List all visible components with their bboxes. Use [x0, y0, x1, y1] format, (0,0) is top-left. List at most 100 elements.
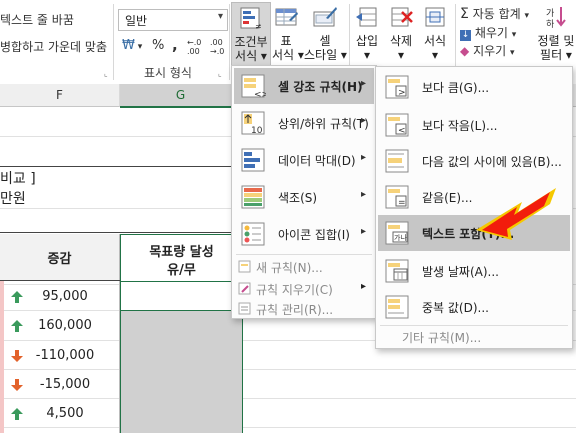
change-value-cell[interactable]: -110,000 — [10, 348, 120, 363]
currency-format-button[interactable]: ₩ ▾ — [122, 38, 142, 53]
chevron-down-icon: ▾ — [510, 48, 515, 58]
menu-label: 셀 강조 규칙(H) — [278, 80, 363, 94]
format-as-table-button[interactable]: 표 서식 ▾ — [272, 2, 304, 64]
submenu-item-greater-than[interactable]: > 보다 큼(G)... — [378, 69, 570, 105]
top-bottom-icon: 10 — [241, 111, 265, 136]
chevron-down-icon: ▾ — [217, 11, 223, 22]
active-cell[interactable] — [120, 281, 243, 311]
pointer-arrow-icon — [476, 188, 556, 240]
table-border — [0, 232, 242, 233]
chevron-down-icon: ▾ — [524, 11, 530, 21]
insert-line1: 삽입 — [355, 34, 379, 48]
column-header-g[interactable]: G — [120, 84, 242, 108]
greater-than-icon: > — [385, 75, 409, 99]
menu-item-highlight-rules[interactable]: <> 셀 강조 규칙(H) ▸ — [234, 68, 374, 104]
conditional-format-icon: ≠ — [240, 7, 262, 31]
submenu-item-duplicate-values[interactable]: 중복 값(D)... — [378, 289, 570, 325]
delete-cells-icon — [391, 7, 413, 27]
menu-item-color-scales[interactable]: 색조(S) ▸ — [234, 179, 374, 215]
format-cells-icon — [425, 7, 445, 27]
table-format-icon — [275, 8, 298, 26]
percent-button[interactable]: % — [152, 38, 164, 53]
submenu-label: 발생 날짜(A)... — [422, 265, 499, 279]
menu-label: 규칙 관리(R)... — [256, 303, 334, 317]
selected-range[interactable] — [120, 310, 243, 433]
cond-format-line1: 조건부 — [234, 35, 268, 49]
change-value-cell[interactable]: 95,000 — [10, 289, 120, 304]
format-cells-button[interactable]: 서식 ▾ — [420, 2, 450, 64]
chevron-right-icon: ▸ — [360, 78, 366, 89]
header-target-line2: 유/무 — [167, 263, 196, 278]
merge-center-button[interactable]: 병합하고 가운데 맞춤 — [0, 38, 107, 55]
menu-item-manage-rules[interactable]: 규칙 관리(R)... — [234, 298, 374, 320]
number-group-label: 표시 형식 — [144, 66, 192, 80]
menu-item-top-bottom[interactable]: 10 상위/하위 규칙(T) ▸ — [234, 105, 374, 141]
change-value-cell[interactable]: 160,000 — [10, 318, 120, 333]
color-scales-icon — [241, 185, 265, 209]
submenu-item-less-than[interactable]: < 보다 작음(L)... — [378, 107, 570, 143]
alignment-launcher-icon[interactable]: ⌞ — [104, 69, 108, 78]
header-cell-change[interactable]: 증감 — [0, 234, 119, 280]
submenu-item-more-rules[interactable]: 기타 규칙(M)... — [402, 329, 481, 346]
sheet-title[interactable]: 비교 ] — [0, 168, 36, 188]
delete-button[interactable]: 삭제 ▾ — [386, 2, 416, 64]
clear-button[interactable]: ◆ 지우기 ▾ — [460, 42, 515, 59]
submenu-item-between[interactable]: 다음 값의 사이에 있음(B)... — [378, 143, 570, 179]
increase-decimal-button[interactable]: ←.0 .00 — [187, 38, 207, 56]
menu-label: 색조(S) — [278, 191, 318, 205]
svg-text:≠: ≠ — [255, 22, 262, 31]
decrease-decimal-icon: .00 →.0 — [210, 38, 225, 56]
insert-line2: ▾ — [363, 48, 371, 62]
autosum-label: 자동 합계 — [472, 7, 521, 21]
change-value-cell[interactable]: 4,500 — [10, 406, 120, 421]
number-format-value: 일반 — [125, 14, 148, 28]
delete-line1: 삭제 — [389, 34, 413, 48]
number-format-select[interactable]: 일반 ▾ — [118, 9, 228, 31]
header-cell-target[interactable]: 목표량 달성 유/무 — [120, 234, 243, 282]
comma-button[interactable]: , — [172, 36, 178, 54]
unit-label[interactable]: 만원 — [0, 188, 26, 208]
chevron-right-icon: ▸ — [360, 281, 366, 292]
fill-down-icon: ↓ — [460, 30, 471, 41]
icon-sets-icon — [241, 222, 265, 246]
submenu-label: 중복 값(D)... — [422, 301, 489, 315]
autosum-button[interactable]: Σ 자동 합계 ▾ — [460, 5, 529, 22]
svg-text:>: > — [398, 88, 406, 98]
calendar-icon — [385, 259, 409, 283]
sort-filter-line2: 필터 ▾ — [540, 48, 572, 62]
cell-styles-button[interactable]: 셀 스타일 ▾ — [304, 2, 347, 64]
svg-text:10: 10 — [251, 126, 263, 136]
chevron-right-icon: ▸ — [360, 226, 366, 237]
menu-item-new-rule[interactable]: 새 규칙(N)... — [234, 256, 374, 278]
submenu-label: 보다 큼(G)... — [422, 81, 490, 95]
group-divider — [229, 4, 230, 80]
submenu-label: 다음 값의 사이에 있음(B)... — [422, 155, 562, 169]
format-line1: 서식 — [423, 34, 447, 48]
sort-filter-button[interactable]: 가 하 정렬 및 필터 ▾ — [536, 2, 576, 64]
insert-button[interactable]: 삽입 ▾ — [352, 2, 382, 64]
row-stripe — [0, 281, 4, 433]
menu-item-data-bars[interactable]: 데이터 막대(D) ▸ — [234, 142, 374, 178]
fill-button[interactable]: ↓ 채우기 ▾ — [460, 24, 516, 41]
cell-styles-icon — [313, 7, 337, 27]
decrease-decimal-button[interactable]: .00 →.0 — [210, 38, 230, 56]
group-divider — [113, 4, 114, 80]
chevron-right-icon: ▸ — [360, 152, 366, 163]
title-border — [0, 166, 242, 167]
change-value-cell[interactable]: -15,000 — [10, 377, 120, 392]
cell-style-line1: 셀 — [319, 34, 331, 48]
submenu-label: 같음(E)... — [422, 191, 473, 205]
column-header-f[interactable]: F — [0, 84, 120, 107]
table-format-line1: 표 — [280, 34, 292, 48]
submenu-item-date-occurring[interactable]: 발생 날짜(A)... — [378, 253, 570, 289]
menu-item-clear-rules[interactable]: 규칙 지우기(C) ▸ — [234, 278, 374, 300]
clear-rules-icon — [238, 282, 251, 295]
menu-label: 상위/하위 규칙(T) — [278, 117, 369, 131]
menu-divider — [236, 254, 372, 255]
menu-item-icon-sets[interactable]: 아이콘 집합(I) ▸ — [234, 216, 374, 252]
conditional-formatting-button[interactable]: ≠ 조건부 서식 ▾ — [231, 2, 271, 66]
currency-icon: ₩ — [122, 38, 135, 53]
number-launcher-icon[interactable]: ⌞ — [218, 69, 222, 78]
row-gridline — [0, 369, 576, 370]
wrap-text-button[interactable]: 텍스트 줄 바꿈 — [0, 11, 74, 28]
